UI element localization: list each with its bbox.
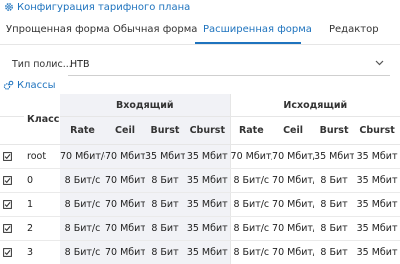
incoming-cburst-cell: 35 Мбит bbox=[185, 216, 231, 241]
tab-simplified-form[interactable]: Упрощенная форма bbox=[6, 24, 110, 36]
incoming-ceil-cell: 70 Мбит/с bbox=[105, 192, 145, 217]
table-group-header-row: Класс Входящий Исходящий bbox=[0, 94, 400, 145]
class-cell: root bbox=[24, 144, 60, 169]
table-row[interactable]: 18 Бит/с70 Мбит/с8 Бит35 Мбит8 Бит/с70 М… bbox=[0, 192, 400, 217]
form-tabs: Упрощенная форма Обычная форма Расширенн… bbox=[0, 18, 400, 45]
tab-extended-form[interactable]: Расширенная форма bbox=[203, 24, 312, 36]
table-body: root70 Мбит/с70 Мбит/с35 Мбит35 Мбит70 М… bbox=[0, 144, 400, 264]
row-checkbox-cell bbox=[0, 240, 24, 264]
row-checkbox[interactable] bbox=[3, 152, 12, 161]
incoming-ceil-cell: 70 Мбит/с bbox=[105, 240, 145, 264]
incoming-ceil-cell: 70 Мбит/с bbox=[105, 168, 145, 193]
table-row[interactable]: 38 Бит/с70 Мбит/с8 Бит35 Мбит8 Бит/с70 М… bbox=[0, 240, 400, 264]
outgoing-ceil-cell: 70 Мбит/с bbox=[272, 144, 315, 169]
active-tab-indicator bbox=[195, 42, 301, 44]
outgoing-ceil-cell: 70 Мбит/с bbox=[272, 192, 315, 217]
incoming-rate-cell: 8 Бит/с bbox=[60, 192, 105, 217]
incoming-rate-cell: 8 Бит/с bbox=[60, 216, 105, 241]
incoming-ceil-cell: 70 Мбит/с bbox=[105, 144, 145, 169]
policy-type-select[interactable]: HTB bbox=[68, 53, 390, 76]
checkbox-column-header-2 bbox=[0, 116, 24, 145]
tab-editor[interactable]: Редактор bbox=[329, 24, 379, 36]
incoming-burst-header: Burst bbox=[145, 116, 185, 145]
outgoing-burst-header: Burst bbox=[314, 116, 355, 145]
incoming-cburst-cell: 35 Мбит bbox=[185, 240, 231, 264]
classes-table: Класс Входящий Исходящий Rate Ceil Burst… bbox=[0, 94, 400, 264]
row-checkbox[interactable] bbox=[3, 176, 12, 185]
incoming-burst-cell: 8 Бит bbox=[145, 216, 185, 241]
incoming-rate-header: Rate bbox=[60, 116, 105, 145]
outgoing-rate-cell: 8 Бит/с bbox=[229, 168, 273, 193]
table-row[interactable]: 08 Бит/с70 Мбит/с8 Бит35 Мбит8 Бит/с70 М… bbox=[0, 168, 400, 193]
header: Конфигурация тарифного плана bbox=[0, 0, 400, 15]
tab-normal-form[interactable]: Обычная форма bbox=[113, 24, 197, 36]
incoming-cburst-cell: 35 Мбит bbox=[185, 192, 231, 217]
incoming-rate-cell: 70 Мбит/с bbox=[60, 144, 105, 169]
outgoing-ceil-header: Ceil bbox=[272, 116, 315, 145]
page-title: Конфигурация тарифного плана bbox=[17, 2, 191, 13]
classes-gear-icon bbox=[3, 80, 14, 91]
outgoing-cburst-cell: 35 Мбит bbox=[354, 192, 400, 217]
row-checkbox-cell bbox=[0, 144, 24, 169]
incoming-burst-cell: 35 Мбит bbox=[145, 144, 185, 169]
outgoing-rate-cell: 70 Мбит/с bbox=[229, 144, 273, 169]
tariff-config-page: Конфигурация тарифного плана Упрощенная … bbox=[0, 0, 400, 264]
outgoing-ceil-cell: 70 Мбит/с bbox=[272, 168, 315, 193]
outgoing-cburst-header: Cburst bbox=[354, 116, 400, 145]
row-checkbox-cell bbox=[0, 192, 24, 217]
classes-section-toggle[interactable]: Классы bbox=[3, 79, 56, 92]
incoming-ceil-cell: 70 Мбит/с bbox=[105, 216, 145, 241]
outgoing-cburst-cell: 35 Мбит bbox=[354, 240, 400, 264]
row-checkbox[interactable] bbox=[3, 224, 12, 233]
outgoing-rate-header: Rate bbox=[229, 116, 273, 145]
incoming-cburst-cell: 35 Мбит bbox=[185, 144, 231, 169]
incoming-burst-cell: 8 Бит bbox=[145, 192, 185, 217]
gear-icon bbox=[4, 2, 14, 12]
outgoing-rate-cell: 8 Бит/с bbox=[229, 216, 273, 241]
incoming-cburst-cell: 35 Мбит bbox=[185, 168, 231, 193]
row-checkbox-cell bbox=[0, 216, 24, 241]
outgoing-group-header: Исходящий bbox=[229, 94, 400, 117]
table-row[interactable]: 28 Бит/с70 Мбит/с8 Бит35 Мбит8 Бит/с70 М… bbox=[0, 216, 400, 241]
row-checkbox[interactable] bbox=[3, 200, 12, 209]
incoming-cburst-header: Cburst bbox=[185, 116, 231, 145]
outgoing-burst-cell: 35 Мбит bbox=[314, 144, 355, 169]
table-column-header-row: Rate Ceil Burst Cburst Rate Ceil Burst C… bbox=[0, 116, 400, 145]
outgoing-cburst-cell: 35 Мбит bbox=[354, 144, 400, 169]
outgoing-burst-cell: 8 Бит bbox=[314, 192, 355, 217]
checkbox-column-header bbox=[0, 94, 24, 117]
outgoing-rate-cell: 8 Бит/с bbox=[229, 192, 273, 217]
class-cell: 1 bbox=[24, 192, 60, 217]
incoming-burst-cell: 8 Бит bbox=[145, 168, 185, 193]
row-checkbox[interactable] bbox=[3, 248, 12, 257]
outgoing-cburst-cell: 35 Мбит bbox=[354, 168, 400, 193]
class-column-header: Класс bbox=[24, 94, 60, 145]
outgoing-burst-cell: 8 Бит bbox=[314, 168, 355, 193]
outgoing-ceil-cell: 70 Мбит/с bbox=[272, 216, 315, 241]
outgoing-burst-cell: 8 Бит bbox=[314, 240, 355, 264]
table-row[interactable]: root70 Мбит/с70 Мбит/с35 Мбит35 Мбит70 М… bbox=[0, 144, 400, 169]
class-cell: 3 bbox=[24, 240, 60, 264]
classes-label: Классы bbox=[17, 79, 56, 91]
incoming-group-header: Входящий bbox=[60, 94, 231, 117]
chevron-down-icon bbox=[375, 60, 384, 66]
row-checkbox-cell bbox=[0, 168, 24, 193]
incoming-ceil-header: Ceil bbox=[105, 116, 145, 145]
outgoing-burst-cell: 8 Бит bbox=[314, 216, 355, 241]
outgoing-rate-cell: 8 Бит/с bbox=[229, 240, 273, 264]
policy-type-label: Тип полис... bbox=[12, 59, 72, 70]
policy-type-value: HTB bbox=[70, 59, 90, 70]
class-cell: 2 bbox=[24, 216, 60, 241]
outgoing-cburst-cell: 35 Мбит bbox=[354, 216, 400, 241]
outgoing-ceil-cell: 70 Мбит/с bbox=[272, 240, 315, 264]
class-cell: 0 bbox=[24, 168, 60, 193]
incoming-rate-cell: 8 Бит/с bbox=[60, 240, 105, 264]
incoming-rate-cell: 8 Бит/с bbox=[60, 168, 105, 193]
incoming-burst-cell: 8 Бит bbox=[145, 240, 185, 264]
